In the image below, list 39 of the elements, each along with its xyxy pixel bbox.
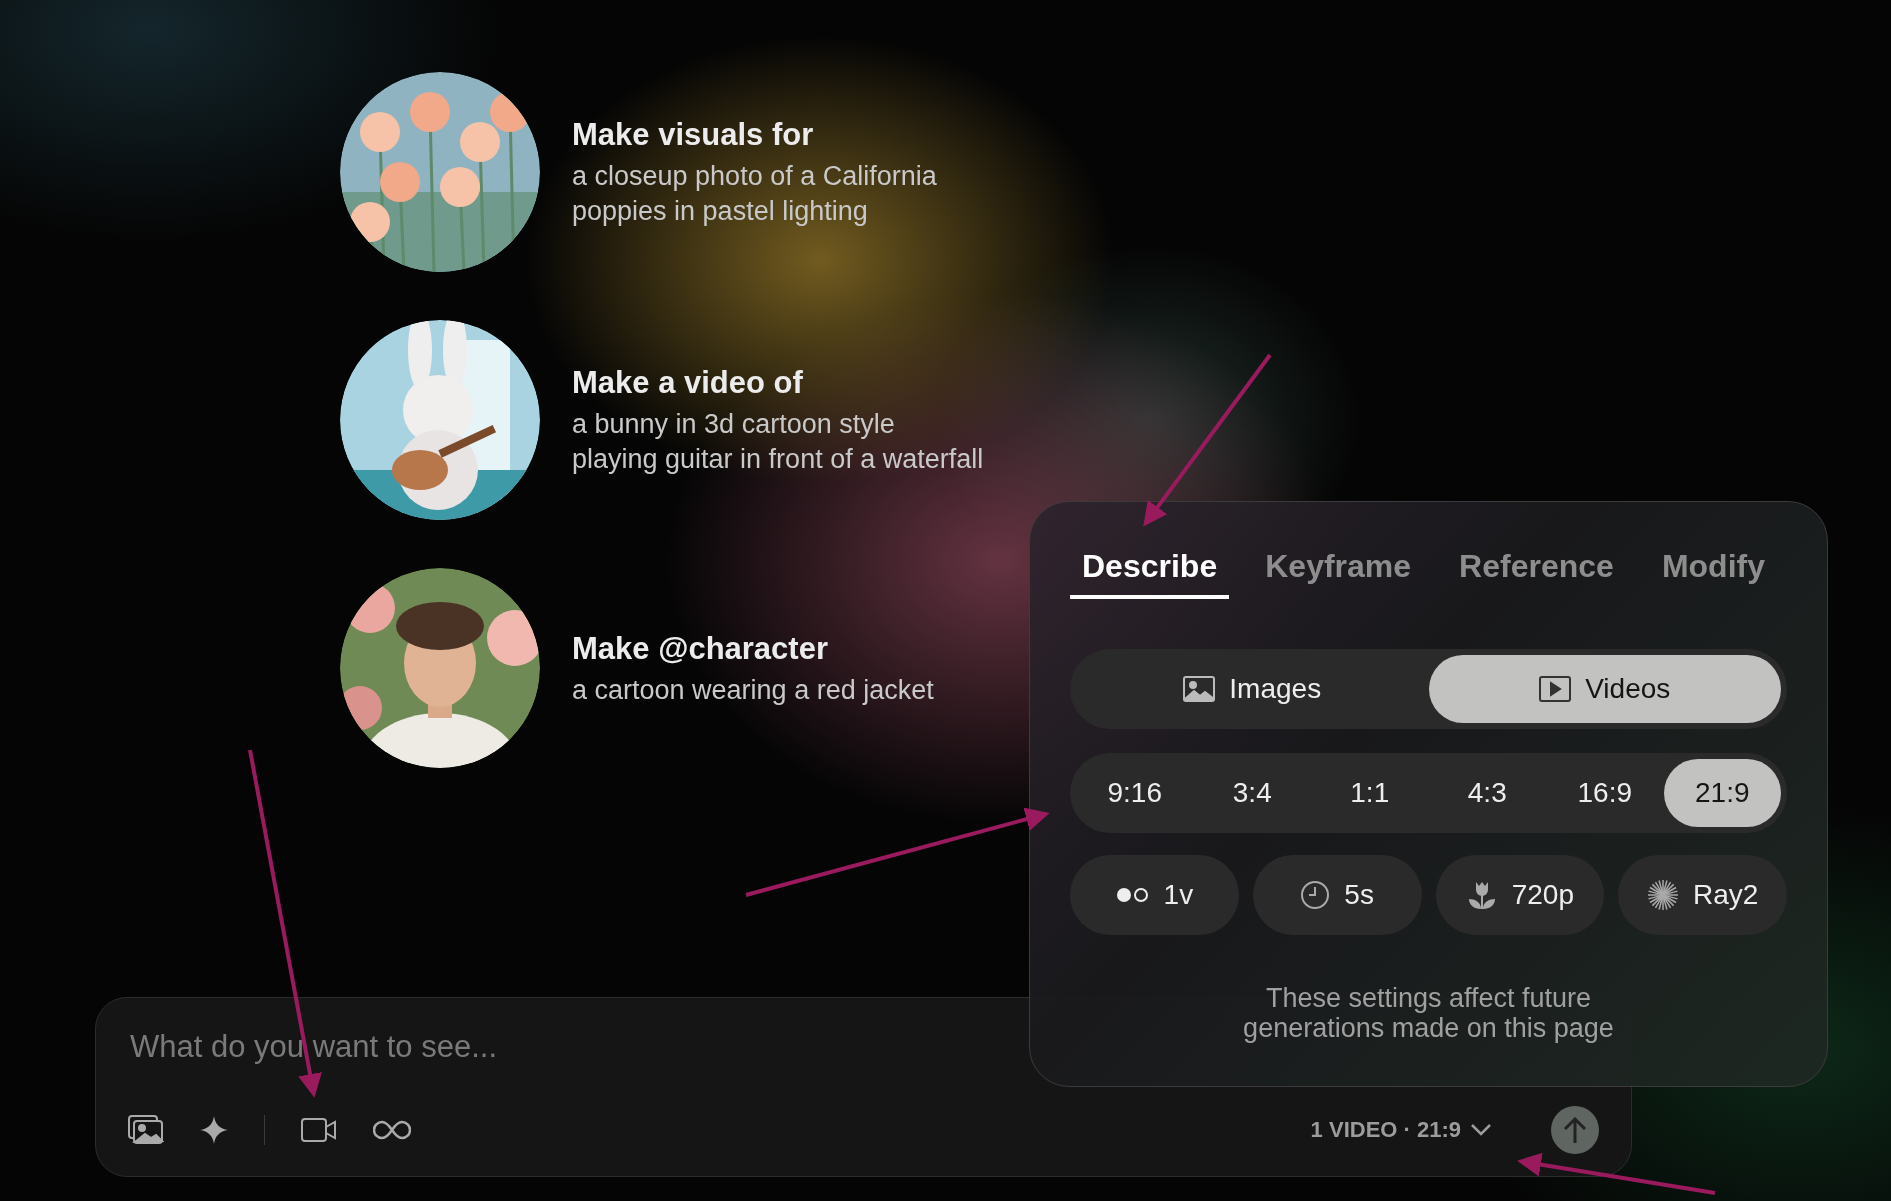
suggestion-text: playing guitar in front of a waterfall: [572, 444, 984, 475]
image-icon: [1183, 676, 1216, 702]
infinity-icon[interactable]: [373, 1120, 411, 1140]
images-icon[interactable]: [128, 1115, 164, 1145]
option-chip[interactable]: 1v: [1070, 855, 1239, 935]
sparkle-icon[interactable]: [200, 1116, 228, 1144]
aspect-ratio-option[interactable]: 3:4: [1193, 759, 1311, 827]
suggestion-title[interactable]: Make @character: [572, 630, 934, 667]
starburst-icon: [1646, 879, 1679, 911]
send-button[interactable]: [1551, 1106, 1599, 1154]
aspect-ratio-option[interactable]: 4:3: [1428, 759, 1546, 827]
aspect-ratio-option[interactable]: 21:9: [1663, 759, 1781, 827]
arrow-up-icon: [1563, 1116, 1587, 1144]
tab[interactable]: Describe: [1070, 542, 1230, 599]
aspect-ratio-option[interactable]: 1:1: [1311, 759, 1429, 827]
play-icon: [1539, 676, 1572, 702]
settings-note: These settings affect future generations made on this page: [1242, 983, 1615, 1043]
video-camera-icon[interactable]: [301, 1117, 337, 1143]
media-option[interactable]: Images: [1076, 655, 1429, 723]
suggestion-text: poppies in pastel lighting: [572, 196, 869, 227]
tab[interactable]: Modify: [1649, 542, 1777, 599]
suggestion-text: a bunny in 3d cartoon style: [572, 409, 896, 440]
suggestion-title[interactable]: Make visuals for: [572, 117, 937, 153]
tab[interactable]: Reference: [1447, 542, 1626, 599]
media-option[interactable]: Videos: [1428, 655, 1781, 723]
chevron-down-icon: [1471, 1124, 1491, 1136]
tab[interactable]: Keyframe: [1253, 542, 1424, 599]
aspect-ratio-option[interactable]: 9:16: [1076, 759, 1194, 827]
option-chip[interactable]: Ray2: [1618, 855, 1787, 935]
suggestion-text: a cartoon wearing a red jacket: [572, 674, 934, 706]
clock-icon: [1300, 880, 1331, 910]
suggestion-title[interactable]: Make a video of: [572, 365, 984, 401]
dots-icon: [1115, 887, 1150, 903]
prompt-input[interactable]: What do you want to see...: [128, 1028, 1032, 1066]
option-chip[interactable]: 5s: [1252, 855, 1422, 935]
generation-summary[interactable]: 1 VIDEO · 21:9: [1310, 1117, 1491, 1143]
suggestion-text: a closeup photo of a California: [572, 161, 937, 192]
option-chip[interactable]: 720p: [1435, 855, 1605, 935]
aspect-ratio-option[interactable]: 16:9: [1546, 759, 1664, 827]
